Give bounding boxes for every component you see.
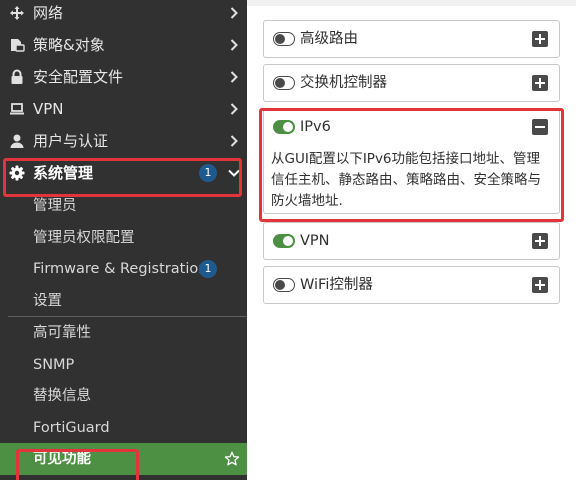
- sidebar-item-policy-objects[interactable]: 策略&对象: [0, 29, 247, 61]
- sidebar-item-label: 用户与认证: [33, 132, 109, 150]
- sidebar-subitem-label: 设置: [33, 292, 62, 309]
- policy-objects-icon: [11, 39, 25, 52]
- sidebar-subitem-administrators[interactable]: 管理员: [0, 190, 247, 222]
- chevron-down-icon: [228, 169, 240, 177]
- feature-card-ipv6: IPv6 从GUI配置以下IPv6功能包括接口地址、管理信任主机、静态路由、策略…: [263, 108, 560, 214]
- feature-title: 高级路由: [300, 31, 358, 47]
- chevron-right-icon: [230, 39, 238, 51]
- sidebar-subitem-firmware-registration[interactable]: Firmware & Registration 1: [0, 253, 247, 285]
- sidebar-subitem-admin-profiles[interactable]: 管理员权限配置: [0, 222, 247, 254]
- gear-icon: [9, 165, 25, 181]
- collapse-minus-icon[interactable]: [532, 119, 548, 135]
- sidebar-subitem-feature-visibility[interactable]: 可见功能: [0, 443, 247, 475]
- chevron-right-icon: [230, 7, 238, 19]
- sidebar-item-vpn[interactable]: VPN: [0, 93, 247, 125]
- sidebar-subitem-settings[interactable]: 设置: [0, 285, 247, 317]
- chevron-right-icon: [230, 103, 238, 115]
- sidebar-subitem-label: Firmware & Registration: [33, 261, 208, 277]
- top-strip: [247, 0, 576, 6]
- feature-description: 从GUI配置以下IPv6功能包括接口地址、管理信任主机、静态路由、策略路由、安全…: [271, 151, 541, 209]
- feature-title: IPv6: [300, 119, 331, 135]
- sidebar-item-label: VPN: [33, 100, 64, 118]
- sidebar-subitem-label: 管理员: [33, 198, 77, 214]
- sidebar-subitem-label: 可见功能: [33, 451, 91, 467]
- sidebar-item-label: 网络: [33, 4, 64, 22]
- sidebar-item-label: 安全配置文件: [33, 68, 124, 86]
- network-arrows-icon: [10, 6, 24, 20]
- laptop-icon: [10, 103, 24, 115]
- sidebar-subitem-replacement-messages[interactable]: 替换信息: [0, 380, 247, 412]
- sidebar-subitem-label: FortiGuard: [33, 419, 110, 436]
- expand-plus-icon[interactable]: [532, 75, 548, 91]
- expand-plus-icon[interactable]: [532, 233, 548, 249]
- lock-icon: [11, 69, 23, 84]
- notification-badge: 1: [199, 260, 217, 278]
- feature-title: WiFi控制器: [300, 277, 373, 293]
- toggle-switch[interactable]: [273, 120, 295, 134]
- sidebar-subitem-label: 管理员权限配置: [33, 229, 135, 246]
- user-icon: [10, 134, 24, 148]
- feature-title: VPN: [300, 233, 330, 249]
- toggle-switch[interactable]: [273, 278, 295, 292]
- feature-card-vpn: VPN: [263, 222, 560, 260]
- notification-badge: 1: [199, 164, 217, 182]
- sidebar-item-user-auth[interactable]: 用户与认证: [0, 125, 247, 157]
- sidebar-subitem-label: 高可靠性: [33, 325, 91, 341]
- star-outline-icon[interactable]: [224, 451, 240, 467]
- toggle-switch[interactable]: [273, 234, 295, 248]
- expand-plus-icon[interactable]: [532, 31, 548, 47]
- toggle-switch[interactable]: [273, 32, 295, 46]
- feature-card-advanced-routing: 高级路由: [263, 20, 560, 58]
- sidebar-item-security-profiles[interactable]: 安全配置文件: [0, 61, 247, 93]
- sidebar-item-label: 系统管理: [33, 164, 94, 182]
- feature-title: 交换机控制器: [300, 75, 387, 91]
- sidebar-subitem-fortiguard[interactable]: FortiGuard: [0, 412, 247, 444]
- feature-visibility-panel: 高级路由 交换机控制器 IPv6 从GUI配置以下IPv6功能包括接口地址、管理…: [247, 0, 576, 480]
- sidebar-subitem-ha[interactable]: 高可靠性: [0, 317, 247, 349]
- sidebar-item-system[interactable]: 系统管理 1: [0, 157, 247, 189]
- sidebar-subitem-snmp[interactable]: SNMP: [0, 349, 247, 381]
- sidebar-item-label: 策略&对象: [33, 36, 105, 54]
- sidebar-item-network[interactable]: 网络: [0, 0, 247, 29]
- sidebar-subitem-label: SNMP: [33, 356, 75, 373]
- toggle-switch[interactable]: [273, 76, 295, 90]
- sidebar-subitem-label: 替换信息: [33, 388, 91, 404]
- chevron-right-icon: [230, 71, 238, 83]
- expand-plus-icon[interactable]: [532, 277, 548, 293]
- chevron-right-icon: [230, 135, 238, 147]
- feature-card-wifi-controller: WiFi控制器: [263, 266, 560, 304]
- sidebar: 网络 策略&对象 安全配置文件 VPN 用户与认证 系统管理 1 管理员 管理员…: [0, 0, 247, 480]
- feature-card-switch-controller: 交换机控制器: [263, 64, 560, 102]
